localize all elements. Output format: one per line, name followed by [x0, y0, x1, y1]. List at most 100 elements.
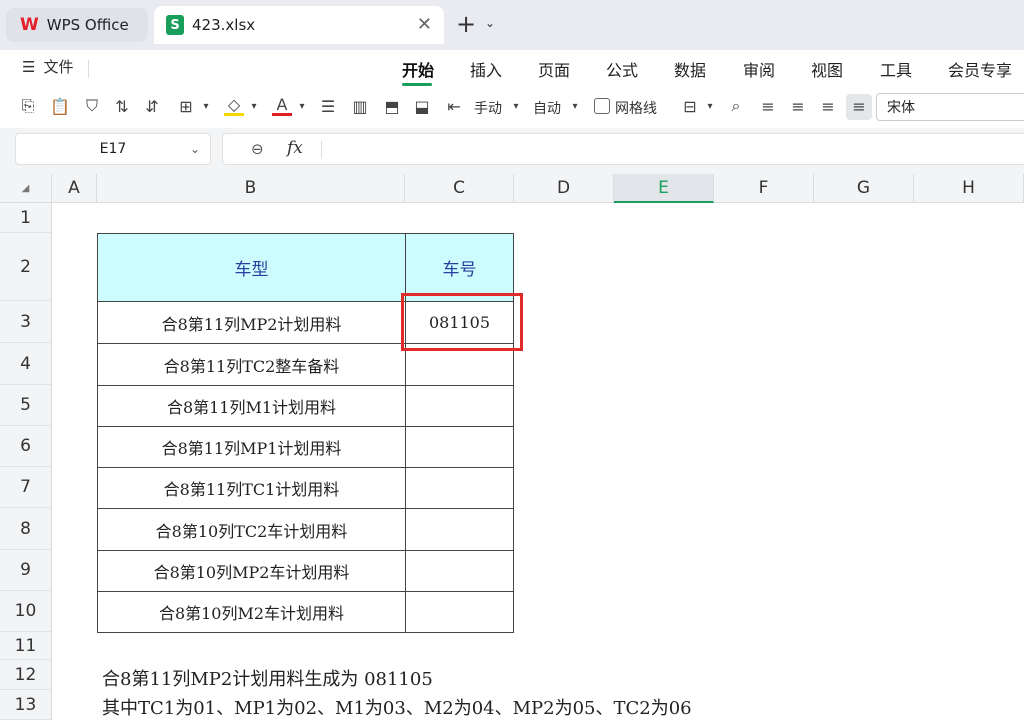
fill-color-icon[interactable]: ◇ — [224, 95, 244, 116]
table-cell[interactable]: 合8第11列TC2整车备料 — [97, 343, 406, 386]
sort-ascending-icon[interactable]: ⇅ — [112, 96, 132, 116]
gridlines-label[interactable]: 网格线 — [615, 98, 657, 118]
table-cell[interactable] — [405, 385, 514, 427]
align-center-icon[interactable]: ≡ — [788, 96, 808, 116]
chevron-down-icon[interactable]: ⌄ — [485, 16, 495, 30]
row-header[interactable]: 12 — [0, 660, 52, 690]
row-header[interactable]: 1 — [0, 203, 52, 233]
row-header[interactable]: 3 — [0, 301, 52, 343]
row-header[interactable]: 9 — [0, 550, 52, 591]
tab-view[interactable]: 视图 — [811, 57, 843, 81]
font-name-field[interactable]: 宋体 — [876, 93, 1024, 121]
justify-button[interactable]: ≡ — [846, 94, 872, 120]
column-header-a[interactable]: A — [52, 174, 97, 203]
column-header-c[interactable]: C — [405, 174, 514, 203]
table-cell[interactable] — [405, 508, 514, 551]
font-color-icon[interactable]: A — [272, 95, 292, 116]
chevron-down-icon[interactable]: ▾ — [292, 96, 312, 116]
table-cell[interactable]: 合8第11列MP1计划用料 — [97, 426, 406, 468]
highlight-box — [401, 293, 523, 351]
note-line[interactable]: 合8第11列MP2计划用料生成为 081105 — [102, 665, 433, 691]
table-style-icon[interactable]: ⊟ — [680, 96, 700, 116]
table-cell[interactable]: 合8第10列TC2车计划用料 — [97, 508, 406, 551]
row-header[interactable]: 11 — [0, 632, 52, 660]
column-header-h[interactable]: H — [914, 174, 1024, 203]
row-height-icon[interactable]: ⬒ — [382, 96, 402, 116]
tab-insert[interactable]: 插入 — [470, 57, 502, 81]
tab-wps-office[interactable]: W WPS Office — [6, 8, 148, 42]
new-tab-plus-icon[interactable]: + — [456, 12, 476, 36]
paste-icon[interactable]: 📋 — [50, 96, 70, 116]
table-header-cell[interactable]: 车号 — [405, 233, 514, 302]
name-box[interactable]: E17 ⌄ — [15, 133, 211, 165]
file-menu-label: 文件 — [43, 58, 74, 76]
column-header-b[interactable]: B — [97, 174, 405, 203]
table-cell[interactable]: 合8第11列MP2计划用料 — [97, 301, 406, 344]
row-header[interactable]: 10 — [0, 591, 52, 632]
file-menu[interactable]: ☰ 文件 — [22, 56, 73, 77]
note-line[interactable]: 其中TC1为01、MP1为02、M1为03、M2为04、MP2为05、TC2为0… — [102, 694, 692, 720]
auto-label[interactable]: 自动 — [533, 98, 561, 118]
table-header-cell[interactable]: 车型 — [97, 233, 406, 302]
manual-label[interactable]: 手动 — [474, 98, 502, 118]
paste-values-icon[interactable]: ⎘ — [18, 96, 38, 116]
column-header-d[interactable]: D — [514, 174, 614, 203]
chevron-down-icon[interactable]: ⌄ — [190, 134, 200, 164]
table-cell[interactable] — [405, 426, 514, 468]
tab-data[interactable]: 数据 — [674, 57, 706, 81]
tab-tools[interactable]: 工具 — [880, 57, 912, 81]
row-header[interactable]: 5 — [0, 385, 52, 426]
table-cell[interactable]: 合8第10列MP2车计划用料 — [97, 550, 406, 592]
row-header[interactable]: 13 — [0, 690, 52, 720]
table-cell[interactable] — [405, 467, 514, 509]
merge-cells-icon[interactable]: ▥ — [350, 96, 370, 116]
tab-member[interactable]: 会员专享 — [948, 57, 1012, 81]
close-icon[interactable]: ✕ — [417, 14, 432, 35]
filter-icon[interactable]: ⛉ — [82, 96, 102, 116]
tab-label: 423.xlsx — [192, 16, 256, 34]
tab-review[interactable]: 审阅 — [743, 57, 775, 81]
gridlines-checkbox[interactable] — [594, 98, 610, 114]
tab-bar: W WPS Office S 423.xlsx ✕ + ⌄ — [0, 0, 1024, 50]
find-icon[interactable]: ⌕ — [726, 96, 746, 116]
table-cell[interactable]: 合8第11列TC1计划用料 — [97, 467, 406, 509]
sort-descending-icon[interactable]: ⇵ — [142, 96, 162, 116]
select-all-corner[interactable]: ◢ — [0, 174, 52, 203]
row-header[interactable]: 4 — [0, 343, 52, 385]
chevron-down-icon[interactable]: ▾ — [196, 96, 216, 116]
column-header-g[interactable]: G — [814, 174, 914, 203]
align-left-icon[interactable]: ≡ — [758, 96, 778, 116]
row-header[interactable]: 6 — [0, 426, 52, 467]
row-header[interactable]: 2 — [0, 233, 52, 301]
tab-file[interactable]: S 423.xlsx ✕ — [154, 6, 444, 44]
wps-logo-icon: W — [20, 15, 39, 35]
column-header-e[interactable]: E — [614, 174, 714, 203]
freeze-icon[interactable]: ⇤ — [444, 96, 464, 116]
hamburger-icon: ☰ — [22, 58, 36, 76]
align-right-icon[interactable]: ≡ — [818, 96, 838, 116]
tab-home[interactable]: 开始 — [402, 57, 434, 81]
wrap-text-icon[interactable]: ☰ — [318, 96, 338, 116]
row-header[interactable]: 7 — [0, 467, 52, 508]
table-cell[interactable] — [405, 591, 514, 633]
zoom-icon[interactable]: ⊖ — [251, 140, 264, 158]
table-cell[interactable]: 合8第10列M2车计划用料 — [97, 591, 406, 633]
menu-bar: ☰ 文件 开始 插入 页面 公式 数据 审阅 视图 工具 会员专享 — [0, 50, 1024, 86]
tab-page[interactable]: 页面 — [538, 57, 570, 81]
chevron-down-icon[interactable]: ▾ — [700, 96, 720, 116]
column-header-f[interactable]: F — [714, 174, 814, 203]
chevron-down-icon[interactable]: ▾ — [565, 96, 585, 116]
tab-formula[interactable]: 公式 — [606, 57, 638, 81]
cell-reference: E17 — [99, 141, 127, 157]
column-width-icon[interactable]: ⬓ — [412, 96, 432, 116]
fx-icon[interactable]: fx — [287, 138, 303, 158]
chevron-down-icon[interactable]: ▾ — [244, 96, 264, 116]
spreadsheet-icon: S — [166, 15, 184, 35]
formula-input[interactable]: ⊖ fx — [222, 133, 1024, 165]
row-header[interactable]: 8 — [0, 508, 52, 550]
table-cell[interactable] — [405, 550, 514, 592]
divider — [88, 60, 89, 78]
table-cell[interactable]: 合8第11列M1计划用料 — [97, 385, 406, 427]
borders-icon[interactable]: ⊞ — [176, 96, 196, 116]
chevron-down-icon[interactable]: ▾ — [506, 96, 526, 116]
